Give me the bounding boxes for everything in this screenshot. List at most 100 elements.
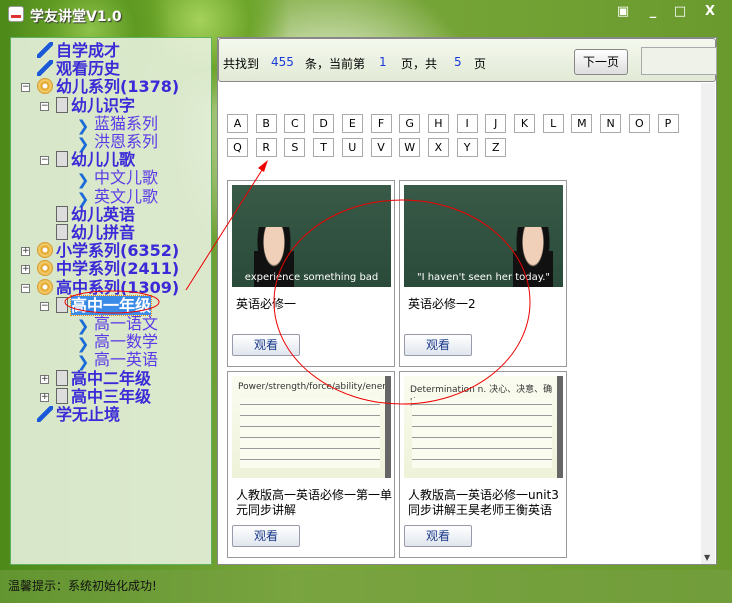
tree-node[interactable]: ❯ 洪恩系列 — [75, 133, 158, 153]
page-icon — [56, 205, 68, 222]
skin-button[interactable]: ▣ — [610, 2, 636, 22]
chevron-right-icon: ❯ — [76, 116, 90, 135]
letter-p-button[interactable]: P — [657, 114, 679, 133]
letter-g-button[interactable]: G — [399, 114, 421, 133]
expander-icon[interactable]: + — [21, 265, 30, 275]
minimize-button[interactable]: _ — [640, 2, 666, 22]
tree-node[interactable]: 幼儿英语 — [56, 205, 135, 224]
expander-icon[interactable]: + — [40, 374, 49, 384]
tree-node[interactable]: ❯ 高一英语 — [75, 351, 158, 371]
tree-node[interactable]: 小学系列(6352) — [37, 242, 179, 260]
expander-icon[interactable]: + — [21, 247, 30, 257]
letter-c-button[interactable]: C — [284, 114, 306, 133]
slide-text-lines — [412, 398, 552, 468]
tree-node-label: 高中系列(1309) — [56, 277, 180, 297]
pager-bar: 共找到 455 条，当前第 1 页，共 5 页 下一页 — [218, 38, 717, 82]
letter-o-button[interactable]: O — [628, 114, 650, 133]
video-title[interactable]: 英语必修一2 — [408, 297, 566, 312]
expander-icon[interactable]: + — [40, 392, 49, 402]
tree-node-label: 高一语文 — [94, 314, 159, 333]
page-icon — [56, 296, 68, 313]
expander-icon[interactable]: − — [40, 301, 49, 311]
tree-node[interactable]: ❯ 英文儿歌 — [75, 187, 158, 207]
tree-node[interactable]: 高中二年级 — [56, 369, 151, 388]
found-label: 共找到 — [223, 57, 260, 71]
letter-x-button[interactable]: X — [427, 138, 449, 157]
video-thumbnail[interactable]: Power/strength/force/ability/energy — [232, 376, 391, 478]
letter-t-button[interactable]: T — [313, 138, 335, 157]
video-thumbnail[interactable]: Determination n. 决心、决意、确定 — [404, 376, 563, 478]
pencil-icon — [37, 42, 53, 58]
tree-node[interactable]: 中学系列(2411) — [37, 260, 179, 278]
video-card: Determination n. 决心、决意、确定人教版高一英语必修一unit3… — [399, 371, 567, 558]
expander-icon[interactable]: − — [21, 83, 30, 93]
video-thumbnail[interactable]: "I haven't seen her today." — [404, 185, 563, 287]
tree-node[interactable]: ❯ 中文儿歌 — [75, 169, 158, 190]
chevron-right-icon: ❯ — [76, 171, 90, 190]
watch-button[interactable]: 观看 — [232, 525, 300, 547]
video-title[interactable]: 人教版高一英语必修一unit3同步讲解王昊老师王衡英语 — [408, 488, 566, 518]
tree-node[interactable]: 幼儿儿歌 — [56, 151, 135, 169]
disc-icon — [37, 278, 53, 295]
letter-v-button[interactable]: V — [370, 138, 392, 157]
letter-b-button[interactable]: B — [255, 114, 277, 133]
watch-button[interactable]: 观看 — [404, 525, 472, 547]
letter-l-button[interactable]: L — [542, 114, 564, 133]
chevron-right-icon: ❯ — [76, 335, 90, 354]
watch-button[interactable]: 观看 — [404, 334, 472, 356]
letter-k-button[interactable]: K — [514, 114, 535, 133]
letter-s-button[interactable]: S — [284, 138, 306, 157]
app-icon — [8, 6, 24, 22]
expander-icon[interactable]: − — [40, 101, 49, 111]
letter-u-button[interactable]: U — [341, 138, 363, 157]
letter-r-button[interactable]: R — [255, 138, 277, 157]
letter-i-button[interactable]: I — [456, 114, 478, 133]
letter-h-button[interactable]: H — [427, 114, 449, 133]
tree-node-label: 幼儿识字 — [71, 95, 136, 115]
tree-node-label: 高中三年级 — [71, 386, 152, 406]
expander-icon[interactable]: − — [21, 283, 30, 293]
tree-node-label: 自学成才 — [56, 41, 121, 60]
tree-node[interactable]: 幼儿识字 — [56, 95, 136, 115]
letter-w-button[interactable]: W — [399, 138, 421, 157]
letter-z-button[interactable]: Z — [485, 138, 507, 157]
expander-icon[interactable]: − — [40, 156, 49, 166]
tree-node[interactable]: 自学成才 — [37, 42, 120, 60]
total-count: 455 — [271, 55, 294, 69]
video-thumbnail[interactable]: experience something bad — [232, 185, 391, 287]
tree-node[interactable]: ❯ 高一语文 — [75, 314, 159, 335]
letter-n-button[interactable]: N — [600, 114, 622, 133]
close-button[interactable]: X — [697, 2, 723, 22]
tree-node[interactable]: ❯ 高一数学 — [75, 332, 159, 354]
letter-q-button[interactable]: Q — [227, 138, 248, 157]
video-title[interactable]: 人教版高一英语必修一第一单元同步讲解 — [236, 488, 394, 518]
pages-label: 页，共 — [401, 57, 438, 71]
letter-f-button[interactable]: F — [370, 114, 392, 133]
vertical-scrollbar[interactable]: ▼ — [701, 83, 715, 564]
letter-a-button[interactable]: A — [227, 114, 248, 133]
maximize-button[interactable]: □ — [667, 2, 693, 22]
tree-node[interactable]: 高中三年级 — [56, 386, 152, 406]
letter-m-button[interactable]: M — [571, 114, 593, 133]
next-page-button[interactable]: 下一页 — [574, 49, 628, 75]
watch-button[interactable]: 观看 — [232, 334, 300, 356]
thumbnail-caption: "I haven't seen her today." — [416, 272, 551, 283]
tree-node-label: 高中一年级 — [69, 294, 153, 316]
tree-node[interactable]: 幼儿系列(1378) — [37, 78, 179, 96]
scroll-down-icon[interactable]: ▼ — [704, 553, 710, 562]
letter-j-button[interactable]: J — [485, 114, 507, 133]
letter-d-button[interactable]: D — [313, 114, 335, 133]
tree-node[interactable]: 高中系列(1309) — [37, 277, 180, 297]
letter-y-button[interactable]: Y — [456, 138, 478, 157]
current-page: 1 — [379, 55, 387, 69]
tree-node[interactable]: 学无止境 — [37, 406, 120, 424]
letter-e-button[interactable]: E — [341, 114, 363, 133]
tree-node-label: 幼儿拼音 — [71, 223, 136, 242]
tree-node[interactable]: 幼儿拼音 — [56, 224, 135, 242]
tree-node-label: 高一数学 — [94, 332, 159, 352]
tree-node[interactable]: 高中一年级 — [56, 294, 153, 316]
tree-node-label: 学无止境 — [56, 405, 121, 424]
tree-node[interactable]: 观看历史 — [37, 60, 120, 78]
tree-node[interactable]: ❯ 蓝猫系列 — [75, 114, 158, 135]
video-title[interactable]: 英语必修一 — [236, 297, 394, 312]
